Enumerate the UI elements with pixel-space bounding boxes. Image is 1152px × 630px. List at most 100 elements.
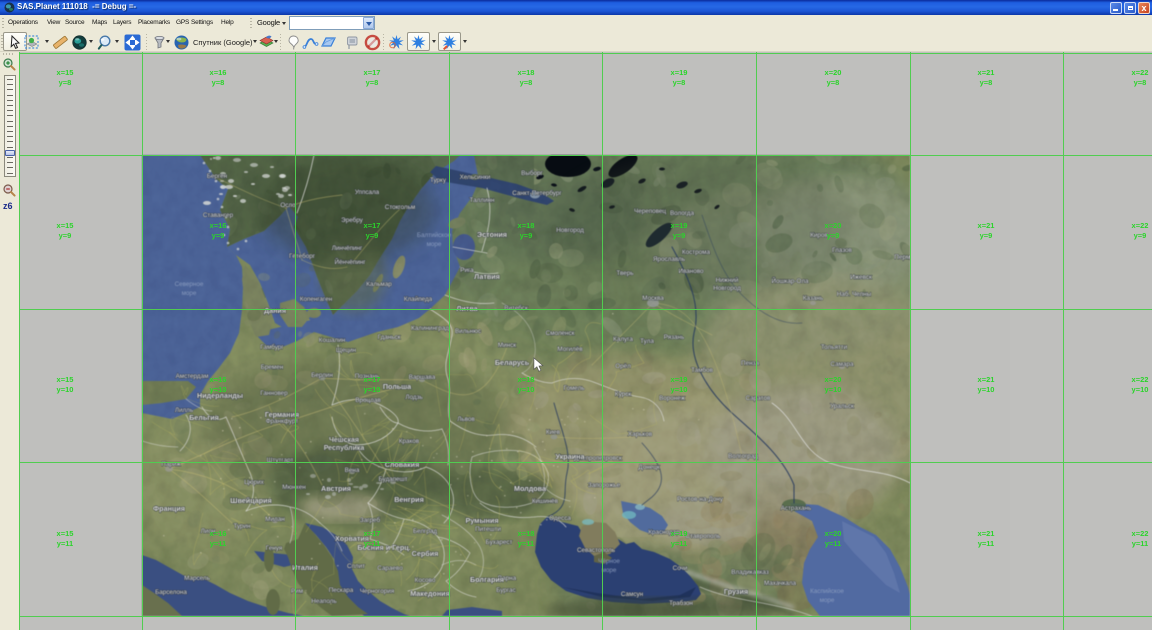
svg-text:Цюрих: Цюрих (244, 479, 264, 486)
svg-text:Череповец: Череповец (634, 208, 666, 215)
svg-text:Тамбов: Тамбов (691, 366, 713, 374)
svg-text:Франция: Франция (153, 504, 185, 513)
svg-text:Северное: Северное (175, 281, 204, 288)
svg-text:Самара: Самара (831, 361, 854, 368)
svg-text:Махачкала: Махачкала (764, 580, 797, 587)
svg-text:Украина: Украина (556, 452, 586, 461)
svg-text:Бельгия: Бельгия (189, 413, 219, 422)
svg-text:Вена: Вена (345, 467, 360, 474)
svg-text:Курск: Курск (615, 391, 631, 398)
svg-text:Наб. Челны: Наб. Челны (837, 290, 872, 298)
svg-text:Ростов-на-Дону: Ростов-на-Дону (677, 496, 724, 503)
svg-text:Каспийское: Каспийское (810, 587, 844, 595)
svg-text:Грузия: Грузия (724, 587, 748, 596)
svg-text:Марсель: Марсель (184, 575, 210, 582)
svg-text:море: море (182, 290, 197, 297)
svg-text:Барселона: Барселона (155, 589, 187, 596)
svg-text:Бургас: Бургас (496, 587, 515, 594)
svg-text:Одесса: Одесса (549, 515, 571, 522)
svg-text:Сочи: Сочи (673, 565, 688, 572)
svg-text:Могилёв: Могилёв (557, 346, 583, 353)
svg-text:Ставангер: Ставангер (203, 212, 234, 219)
svg-text:Краков: Краков (399, 438, 420, 445)
svg-text:Таллинн: Таллинн (470, 197, 495, 204)
svg-text:Белград: Белград (413, 528, 437, 535)
svg-text:Молдова: Молдова (514, 484, 547, 493)
svg-text:Витебск: Витебск (504, 304, 528, 312)
svg-text:море: море (602, 567, 617, 574)
svg-text:Франкфурт: Франкфурт (266, 418, 299, 425)
svg-text:Выборг: Выборг (521, 169, 543, 177)
svg-text:Ярославль: Ярославль (653, 256, 686, 263)
svg-text:Копенгаген: Копенгаген (300, 296, 333, 303)
svg-text:Волгоград: Волгоград (728, 453, 758, 460)
svg-text:Австрия: Австрия (321, 484, 351, 493)
svg-text:Пермь: Пермь (894, 254, 910, 261)
svg-text:Варшава: Варшава (409, 374, 436, 381)
svg-text:Загреб: Загреб (360, 516, 381, 524)
svg-text:Вроцлав: Вроцлав (355, 397, 381, 404)
svg-text:Республика: Республика (324, 444, 365, 452)
svg-text:Калуга: Калуга (613, 336, 633, 343)
svg-text:Иваново: Иваново (678, 268, 704, 275)
svg-text:Вильнюс: Вильнюс (455, 328, 481, 335)
svg-text:Щецин: Щецин (336, 347, 357, 354)
svg-text:Уппсала: Уппсала (355, 189, 380, 196)
svg-text:Тольятти: Тольятти (821, 344, 848, 351)
svg-text:Астрахань: Астрахань (781, 505, 812, 512)
svg-text:Сплит: Сплит (347, 563, 365, 570)
svg-text:Москва: Москва (642, 295, 664, 302)
svg-text:Румыния: Румыния (465, 516, 498, 525)
svg-text:Рига: Рига (460, 267, 474, 274)
svg-text:Самсун: Самсун (621, 591, 644, 598)
svg-text:Донецк: Донецк (638, 464, 659, 471)
svg-text:Милан: Милан (265, 516, 285, 523)
svg-text:Рязань: Рязань (664, 334, 685, 341)
svg-text:Неаполь: Неаполь (311, 598, 337, 605)
svg-text:Гданьск: Гданьск (378, 334, 401, 341)
svg-text:Севастополь: Севастополь (577, 547, 616, 554)
svg-text:Владикавказ: Владикавказ (731, 569, 769, 576)
svg-text:Косово: Косово (415, 577, 436, 584)
svg-text:Генуя: Генуя (266, 545, 282, 552)
svg-text:Болгария: Болгария (470, 575, 504, 584)
svg-text:Тула: Тула (640, 338, 654, 345)
svg-text:Осло: Осло (280, 202, 296, 209)
svg-text:Новгород: Новгород (713, 285, 741, 292)
svg-text:Кострома: Кострома (682, 249, 711, 256)
svg-text:Вологда: Вологда (670, 210, 694, 217)
svg-text:Венгрия: Венгрия (394, 495, 424, 504)
svg-text:море: море (427, 241, 442, 248)
svg-text:Дания: Дания (264, 306, 286, 315)
svg-text:Глазов: Глазов (832, 247, 852, 254)
svg-text:Кальмар: Кальмар (366, 281, 392, 288)
svg-text:Нижний: Нижний (716, 276, 739, 284)
svg-text:Чешская: Чешская (329, 437, 359, 444)
svg-text:Сербия: Сербия (412, 549, 439, 558)
svg-text:Тверь: Тверь (616, 270, 634, 277)
svg-text:Гамбург: Гамбург (260, 343, 284, 351)
svg-text:Лодзь: Лодзь (405, 394, 423, 401)
svg-text:Линчёпинг: Линчёпинг (332, 245, 363, 252)
svg-text:Германия: Германия (265, 410, 299, 419)
svg-text:Балтийское: Балтийское (417, 231, 452, 239)
svg-text:Минск: Минск (498, 342, 516, 349)
svg-text:Йошкар-Ола: Йошкар-Ола (771, 276, 809, 285)
svg-text:Хельсинки: Хельсинки (460, 174, 491, 181)
svg-text:Черногория: Черногория (360, 588, 394, 595)
svg-text:Трабзон: Трабзон (669, 599, 693, 607)
svg-text:Гомель: Гомель (563, 385, 585, 392)
svg-text:Кошалин: Кошалин (319, 337, 346, 344)
svg-text:Орёл: Орёл (615, 363, 631, 370)
svg-text:Бремен: Бремен (261, 364, 284, 371)
svg-text:Латвия: Латвия (474, 272, 500, 281)
svg-text:Санкт-Петербург: Санкт-Петербург (512, 189, 562, 197)
svg-text:Берген: Берген (207, 173, 228, 180)
svg-text:Харьков: Харьков (628, 431, 653, 438)
svg-text:Саратов: Саратов (746, 395, 771, 402)
svg-text:Гётеборг: Гётеборг (289, 252, 316, 260)
svg-text:Турку: Турку (430, 177, 447, 184)
svg-text:Йёнчёпинг: Йёнчёпинг (335, 257, 367, 266)
svg-text:море: море (820, 597, 835, 604)
svg-text:Стокгольм: Стокгольм (385, 204, 415, 211)
